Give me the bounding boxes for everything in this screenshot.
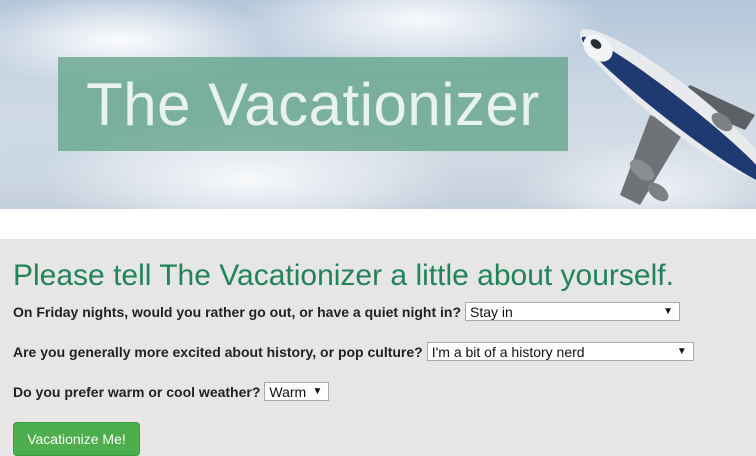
divider-strip [0, 209, 756, 239]
weather-select-value: Warm [269, 383, 307, 400]
site-title: The Vacationizer [86, 70, 540, 138]
dropdown-arrow-icon: ▼ [663, 306, 674, 317]
friday-select[interactable]: Stay in ▼ [465, 302, 681, 321]
question-row-weather: Do you prefer warm or cool weather? Warm… [13, 382, 330, 401]
questionnaire-form: Please tell The Vacationizer a little ab… [0, 239, 756, 456]
hero-banner: The Vacationizer [0, 0, 756, 209]
history-select[interactable]: I'm a bit of a history nerd ▼ [426, 342, 694, 361]
question-row-friday: On Friday nights, would you rather go ou… [13, 302, 681, 321]
weather-select[interactable]: Warm ▼ [264, 382, 330, 401]
question-label-friday: On Friday nights, would you rather go ou… [13, 303, 462, 320]
question-row-history: Are you generally more excited about his… [13, 342, 694, 361]
form-heading: Please tell The Vacationizer a little ab… [13, 259, 674, 292]
question-label-history: Are you generally more excited about his… [13, 343, 423, 360]
question-label-weather: Do you prefer warm or cool weather? [13, 383, 261, 400]
vacationize-button[interactable]: Vacationize Me! [13, 422, 140, 456]
title-box: The Vacationizer [58, 57, 568, 151]
airplane-image [580, 29, 756, 205]
friday-select-value: Stay in [470, 303, 513, 320]
history-select-value: I'm a bit of a history nerd [431, 343, 585, 360]
dropdown-arrow-icon: ▼ [676, 346, 687, 357]
dropdown-arrow-icon: ▼ [312, 386, 323, 397]
